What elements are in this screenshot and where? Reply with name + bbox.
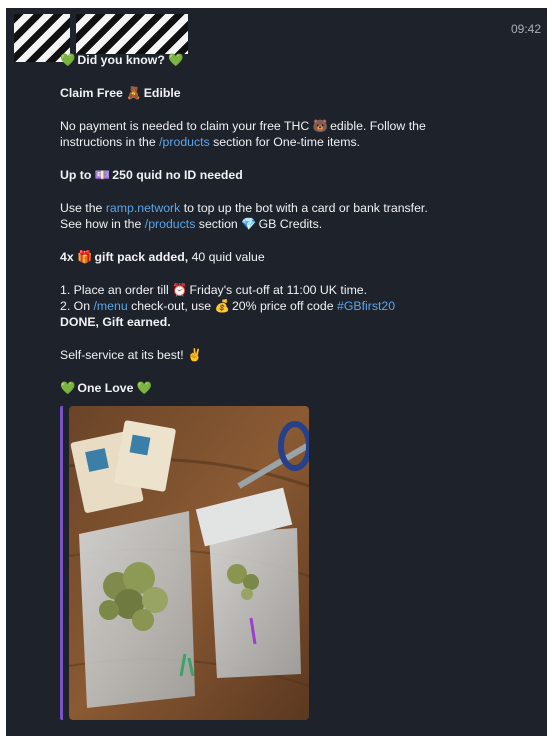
ramp-line-2: See how in the /products section 💎 GB Cr…: [60, 217, 323, 231]
attached-photo[interactable]: [60, 406, 309, 720]
message-body: 💚 Did you know? 💚 Claim Free 🧸 Edible No…: [60, 52, 530, 396]
products-link[interactable]: /products: [145, 217, 196, 231]
promo-code-hashtag[interactable]: #GBfirst20: [337, 299, 395, 313]
ramp-network-link[interactable]: ramp.network: [106, 201, 181, 215]
green-heart-icon: 💚: [60, 381, 76, 395]
gift-icon: 🎁: [77, 250, 93, 264]
menu-link[interactable]: /menu: [94, 299, 128, 313]
done-line: DONE, Gift earned.: [60, 315, 171, 329]
teddy-bear-icon: 🧸: [126, 86, 142, 100]
money-bag-icon: 💰: [214, 299, 230, 313]
one-love-line: 💚 One Love 💚: [60, 381, 153, 395]
no-payment-line-2: instructions in the /products section fo…: [60, 135, 361, 149]
bear-face-icon: 🐻: [312, 119, 328, 133]
alarm-clock-icon: ⏰: [172, 283, 188, 297]
gem-icon: 💎: [241, 217, 257, 231]
no-payment-line-1: No payment is needed to claim your free …: [60, 119, 426, 133]
step-1-line: 1. Place an order till ⏰ Friday's cut-of…: [60, 283, 368, 297]
photo-illustration: [69, 406, 309, 720]
step-2-line: 2. On /menu check-out, use 💰 20% price o…: [60, 299, 396, 313]
green-heart-icon: 💚: [136, 381, 153, 395]
up-to-line: Up to 💷 250 quid no ID needed: [60, 168, 243, 182]
green-heart-icon: 💚: [60, 53, 76, 67]
cash-icon: 💷: [94, 168, 111, 182]
claim-line: Claim Free 🧸 Edible: [60, 86, 181, 100]
products-link[interactable]: /products: [159, 135, 210, 149]
gift-line: 4x 🎁 gift pack added, 40 quid value: [60, 250, 265, 264]
sender-name-redacted: [76, 14, 188, 54]
chat-frame: 09:42 💚 Did you know? 💚 Claim Free 🧸 Edi…: [6, 8, 547, 736]
message-time: 09:42: [510, 22, 541, 36]
did-you-know-line: 💚 Did you know? 💚: [60, 53, 184, 67]
green-heart-icon: 💚: [168, 53, 184, 67]
product-photo[interactable]: [69, 406, 309, 720]
ramp-line-1: Use the ramp.network to top up the bot w…: [60, 201, 428, 215]
victory-hand-icon: ✌: [187, 348, 203, 362]
self-service-line: Self-service at its best! ✌: [60, 348, 203, 362]
